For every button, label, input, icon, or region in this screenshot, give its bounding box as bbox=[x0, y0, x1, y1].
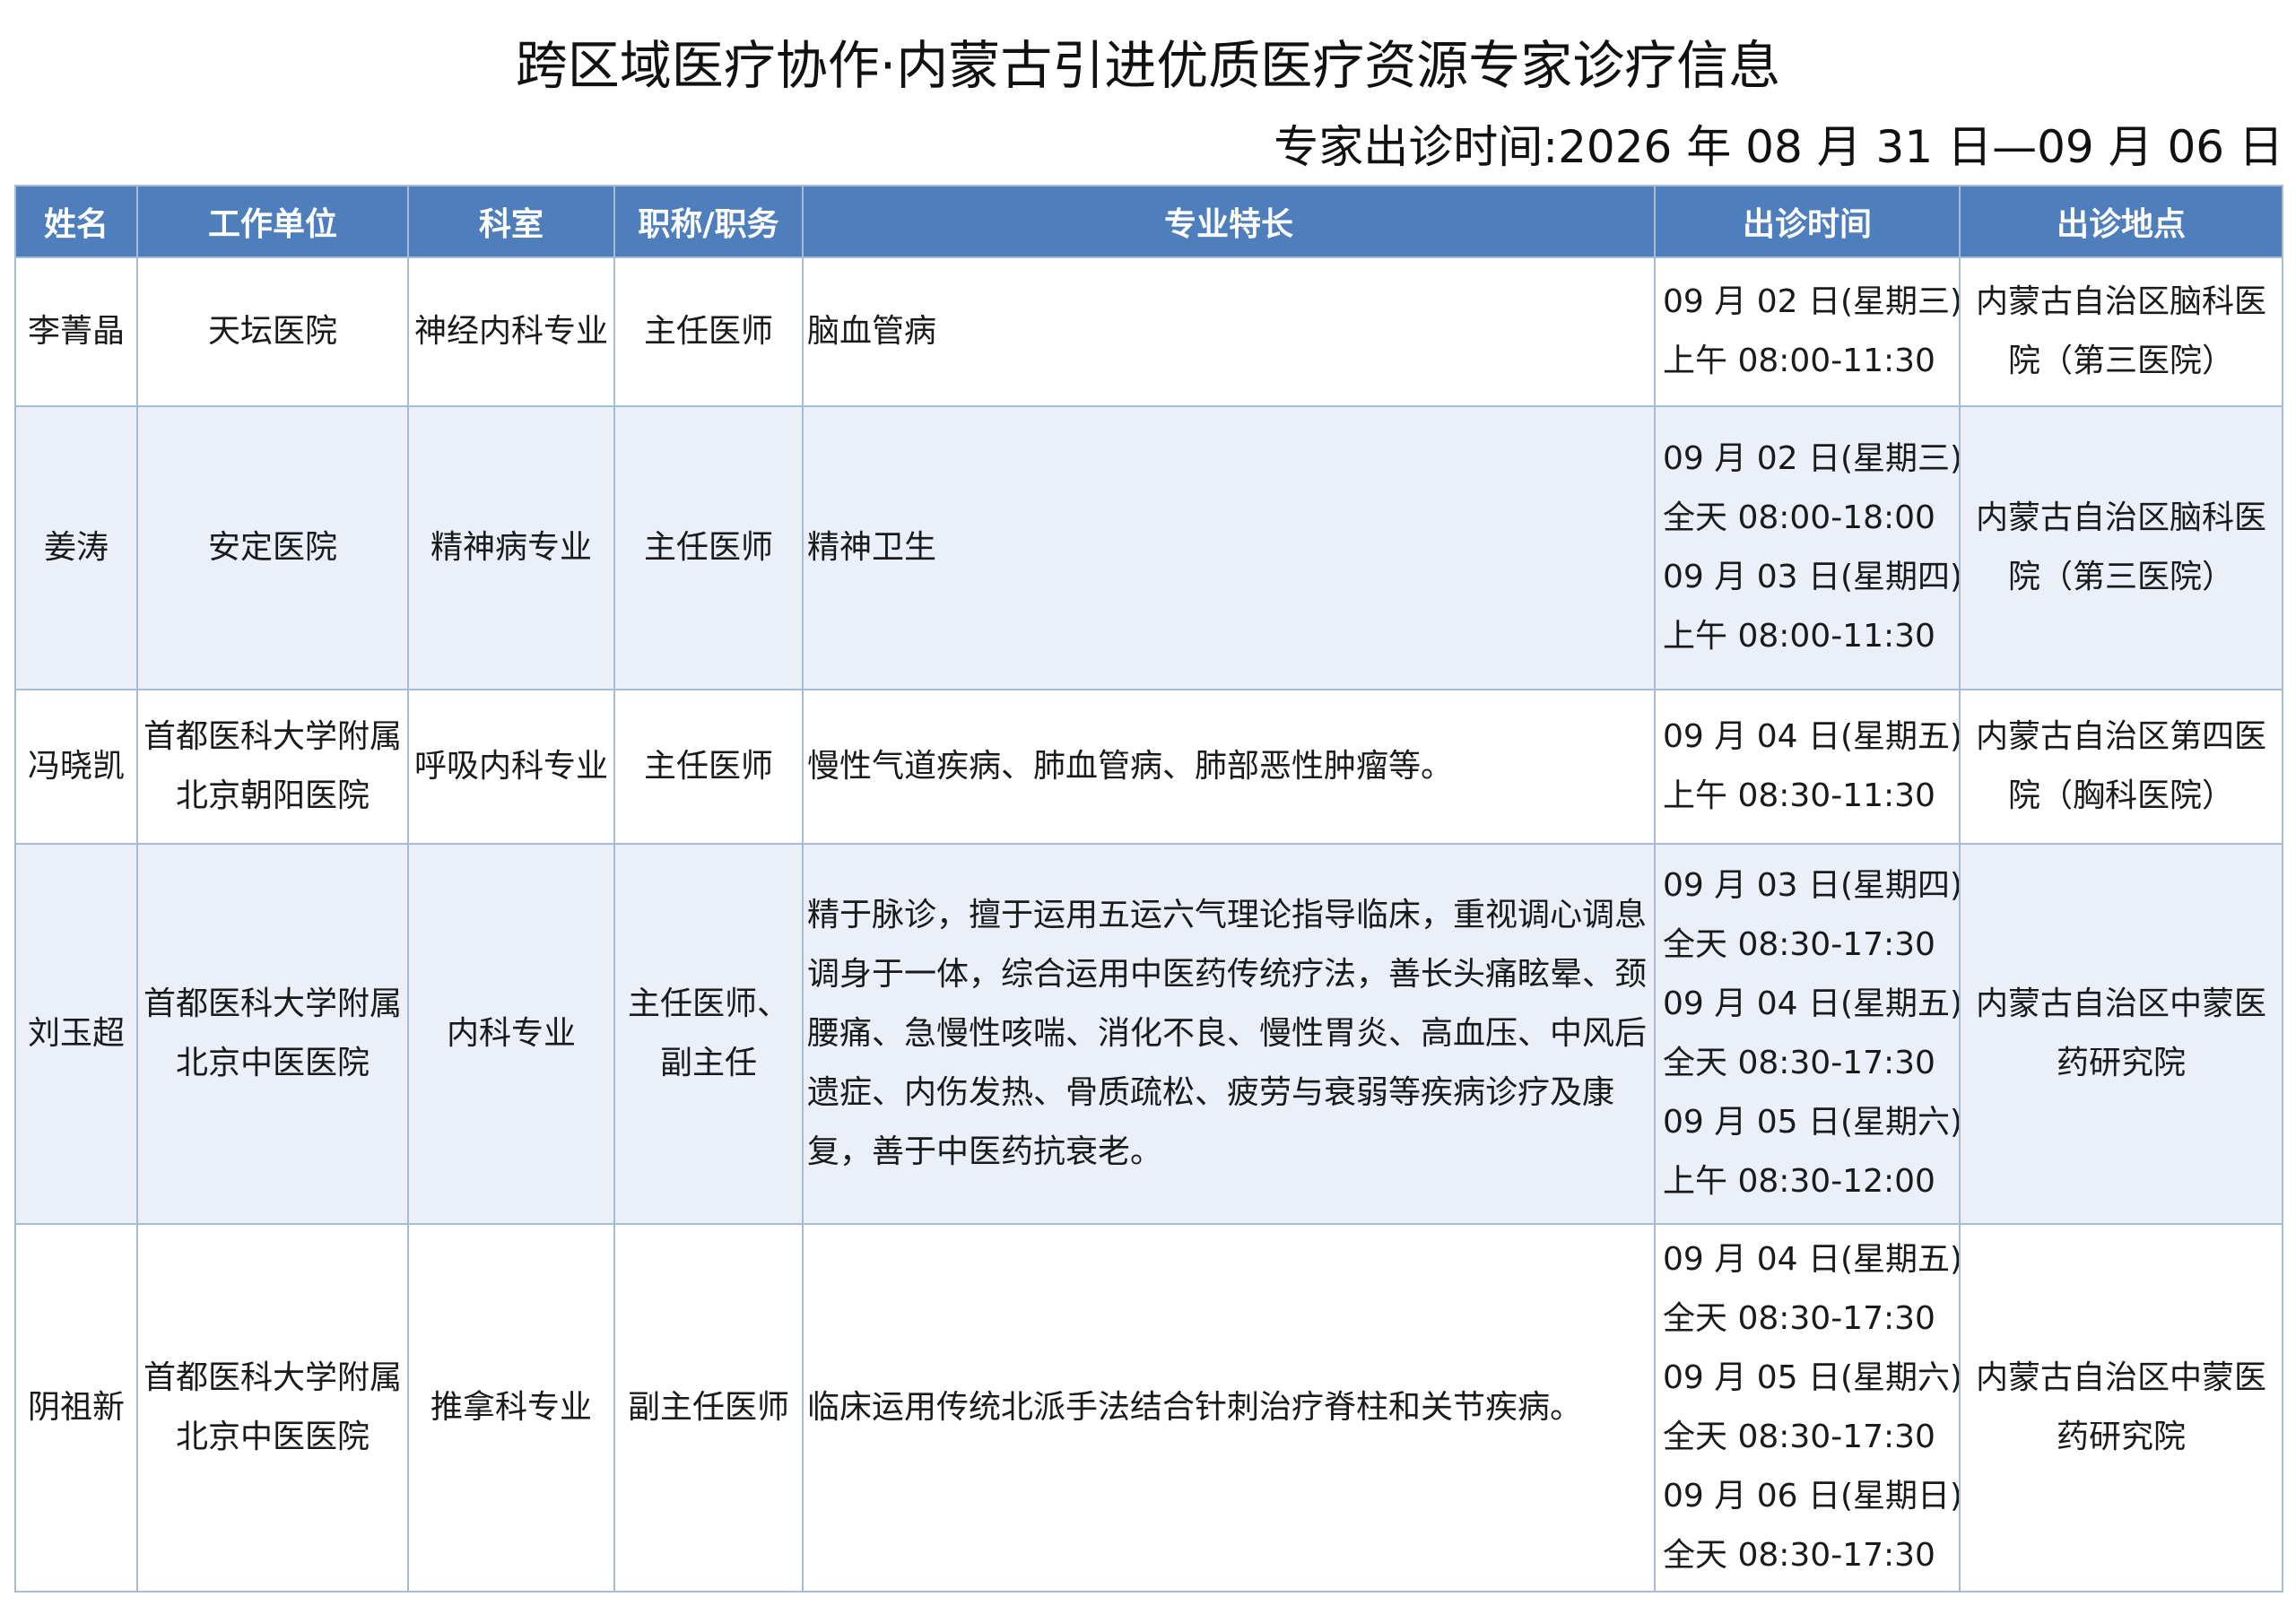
location-line: 院（第三医院） bbox=[2007, 559, 2234, 595]
cell-specialty: 临床运用传统北派手法结合针刺治疗脊柱和关节疾病。 bbox=[802, 1223, 1656, 1593]
cell-title: 主任医师 bbox=[613, 405, 804, 690]
cell-department: 推拿科专业 bbox=[407, 1223, 615, 1593]
schedule-line: 全天 08:30-17:30 bbox=[1663, 1300, 1935, 1337]
cell-location: 内蒙古自治区中蒙医 药研究院 bbox=[1959, 843, 2283, 1225]
cell-specialty: 慢性气道疾病、肺血管病、肺部恶性肿瘤等。 bbox=[802, 689, 1656, 845]
cell-location: 内蒙古自治区第四医 院（胸科医院） bbox=[1959, 689, 2283, 845]
location-line: 内蒙古自治区中蒙医 bbox=[1975, 1359, 2266, 1396]
table-row: 冯晓凯 首都医科大学附属 北京朝阳医院 呼吸内科专业 主任医师 慢性气道疾病、肺血管病、肺… bbox=[14, 689, 2283, 845]
cell-department: 呼吸内科专业 bbox=[407, 689, 615, 845]
title-line: 副主任医师 bbox=[627, 1389, 789, 1426]
location-line: 药研究院 bbox=[2056, 1419, 2186, 1455]
schedule-period: 专家出诊时间:2026 年 08 月 31 日—09 月 06 日 bbox=[1274, 121, 2283, 173]
hospital-line: 首都医科大学附属 bbox=[144, 718, 403, 755]
cell-hospital: 天坛医院 bbox=[136, 256, 409, 407]
schedule-line: 09 月 04 日(星期五) bbox=[1663, 985, 1960, 1022]
location-line: 院（胸科医院） bbox=[2007, 777, 2234, 814]
cell-hospital: 安定医院 bbox=[136, 405, 409, 690]
location-line: 内蒙古自治区脑科医 bbox=[1975, 499, 2266, 536]
cell-schedule: 09 月 03 日(星期四) 全天 08:30-17:30 09 月 04 日(星期… bbox=[1654, 843, 1961, 1225]
cell-hospital: 首都医科大学附属 北京朝阳医院 bbox=[136, 689, 409, 845]
location-line: 内蒙古自治区第四医 bbox=[1975, 718, 2266, 755]
cell-schedule: 09 月 04 日(星期五) 上午 08:30-11:30 bbox=[1654, 689, 1961, 845]
title-line: 主任医师 bbox=[643, 529, 773, 566]
cell-department: 内科专业 bbox=[407, 843, 615, 1225]
cell-location: 内蒙古自治区脑科医 院（第三医院） bbox=[1959, 405, 2283, 690]
schedule-line: 09 月 04 日(星期五) bbox=[1663, 718, 1960, 755]
cell-name: 李菁晶 bbox=[14, 256, 138, 407]
expert-table: 姓名 工作单位 科室 职称/职务 专业特长 出诊时间 出诊地点 李菁晶 天坛医院 神… bbox=[14, 185, 2283, 1593]
schedule-line: 09 月 02 日(星期三) bbox=[1663, 283, 1960, 320]
header-row: 姓名 工作单位 科室 职称/职务 专业特长 出诊时间 出诊地点 bbox=[14, 185, 2283, 258]
page: 跨区域医疗协作·内蒙古引进优质医疗资源专家诊疗信息 专家出诊时间:2026 年 … bbox=[0, 0, 2296, 1623]
table-row: 姜涛 安定医院 精神病专业 主任医师 精神卫生 09 月 02 日(星期三) 全天 08:0… bbox=[14, 405, 2283, 690]
schedule-line: 全天 08:00-18:00 bbox=[1663, 499, 1935, 536]
cell-specialty: 精神卫生 bbox=[802, 405, 1656, 690]
schedule-line: 09 月 04 日(星期五) bbox=[1663, 1241, 1960, 1278]
schedule-line: 09 月 03 日(星期四) bbox=[1663, 559, 1960, 595]
schedule-line: 上午 08:30-12:00 bbox=[1663, 1163, 1935, 1200]
cell-hospital: 首都医科大学附属 北京中医医院 bbox=[136, 1223, 409, 1593]
hospital-line: 天坛医院 bbox=[207, 313, 337, 350]
cell-schedule: 09 月 02 日(星期三) 上午 08:00-11:30 bbox=[1654, 256, 1961, 407]
header-location: 出诊地点 bbox=[1959, 185, 2283, 258]
hospital-line: 首都医科大学附属 bbox=[144, 1359, 403, 1396]
header-schedule: 出诊时间 bbox=[1654, 185, 1961, 258]
schedule-line: 09 月 03 日(星期四) bbox=[1663, 867, 1960, 904]
cell-schedule: 09 月 02 日(星期三) 全天 08:00-18:00 09 月 03 日(星期… bbox=[1654, 405, 1961, 690]
header-name: 姓名 bbox=[14, 185, 138, 258]
title-line: 主任医师 bbox=[643, 313, 773, 350]
cell-title: 主任医师 bbox=[613, 256, 804, 407]
schedule-line: 全天 08:30-17:30 bbox=[1663, 1045, 1935, 1081]
hospital-line: 北京朝阳医院 bbox=[175, 777, 370, 814]
schedule-line: 上午 08:00-11:30 bbox=[1663, 618, 1935, 655]
schedule-line: 全天 08:30-17:30 bbox=[1663, 926, 1935, 963]
title-line: 副主任 bbox=[659, 1045, 757, 1081]
cell-title: 主任医师 bbox=[613, 689, 804, 845]
header-department: 科室 bbox=[407, 185, 615, 258]
location-line: 内蒙古自治区脑科医 bbox=[1975, 283, 2266, 320]
schedule-line: 上午 08:00-11:30 bbox=[1663, 343, 1935, 379]
header-hospital: 工作单位 bbox=[136, 185, 409, 258]
schedule-line: 09 月 05 日(星期六) bbox=[1663, 1104, 1960, 1141]
cell-location: 内蒙古自治区脑科医 院（第三医院） bbox=[1959, 256, 2283, 407]
cell-specialty: 脑血管病 bbox=[802, 256, 1656, 407]
cell-title: 主任医师、 副主任 bbox=[613, 843, 804, 1225]
hospital-line: 北京中医医院 bbox=[175, 1045, 370, 1081]
cell-department: 精神病专业 bbox=[407, 405, 615, 690]
hospital-line: 首都医科大学附属 bbox=[144, 985, 403, 1022]
cell-schedule: 09 月 04 日(星期五) 全天 08:30-17:30 09 月 05 日(星期… bbox=[1654, 1223, 1961, 1593]
table-row: 阴祖新 首都医科大学附属 北京中医医院 推拿科专业 副主任医师 临床运用传统北派手法结合针… bbox=[14, 1223, 2283, 1593]
table-body: 李菁晶 天坛医院 神经内科专业 主任医师 脑血管病 09 月 02 日(星期三) 上午 08… bbox=[14, 256, 2283, 1593]
cell-name: 姜涛 bbox=[14, 405, 138, 690]
title-line: 主任医师 bbox=[643, 748, 773, 785]
cell-name: 冯晓凯 bbox=[14, 689, 138, 845]
schedule-line: 09 月 02 日(星期三) bbox=[1663, 440, 1960, 477]
header-title: 职称/职务 bbox=[613, 185, 804, 258]
cell-name: 阴祖新 bbox=[14, 1223, 138, 1593]
cell-title: 副主任医师 bbox=[613, 1223, 804, 1593]
title-line: 主任医师、 bbox=[627, 985, 789, 1022]
cell-specialty: 精于脉诊，擅于运用五运六气理论指导临床，重视调心调息调身于一体，综合运用中医药传… bbox=[802, 843, 1656, 1225]
cell-location: 内蒙古自治区中蒙医 药研究院 bbox=[1959, 1223, 2283, 1593]
cell-hospital: 首都医科大学附属 北京中医医院 bbox=[136, 843, 409, 1225]
schedule-line: 全天 08:30-17:30 bbox=[1663, 1537, 1935, 1574]
location-line: 院（第三医院） bbox=[2007, 343, 2234, 379]
hospital-line: 北京中医医院 bbox=[175, 1419, 370, 1455]
hospital-line: 安定医院 bbox=[207, 529, 337, 566]
schedule-line: 上午 08:30-11:30 bbox=[1663, 777, 1935, 814]
schedule-line: 全天 08:30-17:30 bbox=[1663, 1419, 1935, 1455]
header-specialty: 专业特长 bbox=[802, 185, 1656, 258]
location-line: 药研究院 bbox=[2056, 1045, 2186, 1081]
table-row: 刘玉超 首都医科大学附属 北京中医医院 内科专业 主任医师、 副主任 精于脉诊，擅于运用五运… bbox=[14, 843, 2283, 1225]
schedule-line: 09 月 05 日(星期六) bbox=[1663, 1359, 1960, 1396]
cell-department: 神经内科专业 bbox=[407, 256, 615, 407]
location-line: 内蒙古自治区中蒙医 bbox=[1975, 985, 2266, 1022]
cell-name: 刘玉超 bbox=[14, 843, 138, 1225]
page-title: 跨区域医疗协作·内蒙古引进优质医疗资源专家诊疗信息 bbox=[515, 35, 1781, 96]
schedule-line: 09 月 06 日(星期日) bbox=[1663, 1478, 1960, 1515]
table-row: 李菁晶 天坛医院 神经内科专业 主任医师 脑血管病 09 月 02 日(星期三) 上午 08… bbox=[14, 256, 2283, 407]
